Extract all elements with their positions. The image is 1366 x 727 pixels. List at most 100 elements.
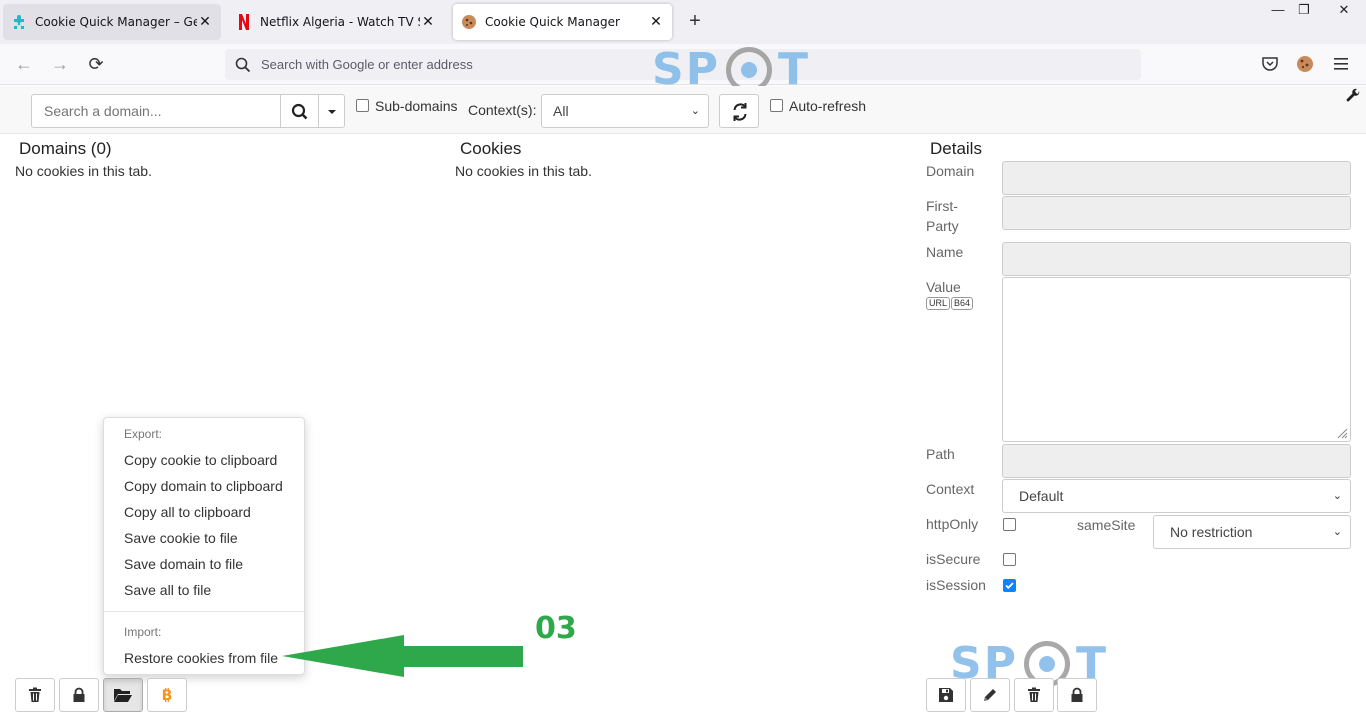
menu-item-restore-cookies[interactable]: Restore cookies from file	[124, 650, 278, 666]
protect-button[interactable]	[59, 678, 99, 712]
forward-arrow-icon[interactable]: →	[48, 52, 72, 76]
value-label: Value	[926, 279, 961, 295]
domain-label: Domain	[926, 163, 975, 179]
step-number-annotation: 03	[535, 611, 577, 646]
search-icon	[291, 103, 308, 120]
autorefresh-label: Auto-refresh	[789, 98, 867, 114]
new-tab-button[interactable]: +	[684, 10, 706, 32]
menu-item-save-domain[interactable]: Save domain to file	[124, 556, 243, 572]
folder-open-icon	[114, 689, 132, 702]
netflix-icon	[236, 14, 252, 30]
trash-icon	[1028, 687, 1040, 702]
url-placeholder: Search with Google or enter address	[261, 57, 473, 72]
firstparty-field[interactable]	[1002, 196, 1351, 230]
cookies-heading: Cookies	[460, 139, 522, 158]
chevron-down-icon: ⌄	[1332, 490, 1342, 502]
url-encode-badge[interactable]: URL	[926, 297, 951, 310]
export-header: Export:	[124, 427, 163, 441]
contexts-label: Context(s):	[468, 102, 537, 118]
pencil-icon	[984, 689, 996, 701]
close-tab-icon[interactable]: ✕	[648, 14, 664, 30]
menu-item-copy-cookie[interactable]: Copy cookie to clipboard	[124, 452, 277, 468]
import-header: Import:	[124, 625, 162, 639]
restore-icon[interactable]: ❐	[1292, 0, 1316, 20]
export-import-menu: Export: Copy cookie to clipboard Copy do…	[103, 417, 305, 675]
minimize-icon[interactable]: —	[1266, 0, 1290, 20]
menu-item-save-cookie[interactable]: Save cookie to file	[124, 530, 238, 546]
delete-all-button[interactable]	[15, 678, 55, 712]
samesite-label: sameSite	[1077, 517, 1136, 533]
details-heading: Details	[930, 139, 982, 158]
search-icon	[235, 57, 251, 73]
menu-divider	[104, 611, 304, 612]
context-select[interactable]: Default ⌄	[1002, 479, 1351, 513]
domains-heading: Domains (0)	[19, 139, 112, 158]
domain-field[interactable]	[1002, 161, 1351, 195]
search-button[interactable]	[280, 94, 319, 128]
tab-title: Cookie Quick Manager – Get th	[35, 15, 197, 29]
caret-down-icon	[328, 110, 336, 114]
wrench-icon[interactable]	[1345, 88, 1361, 104]
checkmark-icon	[1005, 582, 1014, 590]
refresh-button[interactable]	[719, 94, 759, 128]
bitcoin-icon: B	[162, 688, 173, 703]
reload-icon[interactable]: ⟳	[84, 52, 108, 76]
resize-handle-icon	[1337, 428, 1348, 439]
floppy-disk-icon	[939, 688, 953, 702]
path-field[interactable]	[1002, 444, 1351, 478]
issecure-checkbox[interactable]	[1003, 553, 1016, 566]
export-import-button[interactable]	[103, 678, 143, 712]
httponly-checkbox[interactable]	[1003, 518, 1016, 531]
edit-cookie-button[interactable]	[970, 678, 1010, 712]
cookie-extension-icon[interactable]	[1296, 55, 1314, 73]
name-label: Name	[926, 244, 964, 260]
menu-item-copy-domain[interactable]: Copy domain to clipboard	[124, 478, 283, 494]
menu-item-save-all[interactable]: Save all to file	[124, 582, 211, 598]
httponly-label: httpOnly	[926, 516, 979, 532]
cookie-icon	[461, 14, 477, 30]
svg-text:B: B	[162, 688, 173, 703]
samesite-select[interactable]: No restriction ⌄	[1153, 515, 1351, 549]
close-tab-icon[interactable]: ✕	[420, 14, 436, 30]
protect-cookie-button[interactable]	[1057, 678, 1097, 712]
chevron-down-icon: ⌄	[690, 105, 700, 117]
close-window-icon[interactable]: ✕	[1322, 0, 1366, 20]
domain-search-input[interactable]	[31, 94, 281, 128]
delete-cookie-button[interactable]	[1014, 678, 1054, 712]
tab-strip: Cookie Quick Manager – Get th ✕ Netflix …	[0, 0, 1366, 44]
subdomains-checkbox[interactable]	[356, 99, 369, 112]
tab-title: Netflix Algeria - Watch TV Show	[260, 15, 420, 29]
lock-icon	[73, 687, 85, 702]
value-textarea[interactable]	[1002, 277, 1351, 442]
donate-button[interactable]: B	[147, 678, 187, 712]
close-tab-icon[interactable]: ✕	[197, 14, 213, 30]
trash-icon	[29, 687, 41, 702]
autorefresh-checkbox[interactable]	[770, 99, 783, 112]
annotation-arrow	[282, 635, 523, 677]
firstparty-label: First-Party	[926, 198, 959, 234]
puzzle-icon	[11, 14, 27, 30]
tab-title: Cookie Quick Manager	[485, 15, 620, 29]
context-label: Context	[926, 481, 975, 497]
issession-checkbox[interactable]	[1003, 579, 1016, 592]
refresh-icon	[733, 103, 747, 121]
chevron-down-icon: ⌄	[1332, 526, 1342, 538]
save-cookie-button[interactable]	[926, 678, 966, 712]
back-arrow-icon[interactable]: ←	[12, 52, 36, 76]
issecure-label: isSecure	[926, 551, 981, 567]
pocket-icon[interactable]	[1261, 55, 1279, 73]
base64-badge[interactable]: B64	[951, 297, 974, 310]
name-field[interactable]	[1002, 242, 1351, 276]
issession-label: isSession	[926, 577, 986, 593]
search-options-dropdown[interactable]	[318, 94, 345, 128]
cookies-empty-message: No cookies in this tab.	[455, 163, 592, 179]
cookie-manager-toolbar: Sub-domains Context(s): All ⌄ Auto-refre…	[0, 86, 1366, 134]
tab-netflix[interactable]: Netflix Algeria - Watch TV Show ✕	[228, 4, 444, 40]
tab-cookie-quick-manager-addon[interactable]: Cookie Quick Manager – Get th ✕	[3, 4, 221, 40]
hamburger-menu-icon[interactable]	[1333, 56, 1351, 74]
subdomains-label: Sub-domains	[375, 98, 458, 114]
contexts-select[interactable]: All ⌄	[541, 94, 709, 128]
domains-empty-message: No cookies in this tab.	[15, 163, 152, 179]
tab-cookie-quick-manager[interactable]: Cookie Quick Manager ✕	[453, 4, 672, 40]
menu-item-copy-all[interactable]: Copy all to clipboard	[124, 504, 251, 520]
